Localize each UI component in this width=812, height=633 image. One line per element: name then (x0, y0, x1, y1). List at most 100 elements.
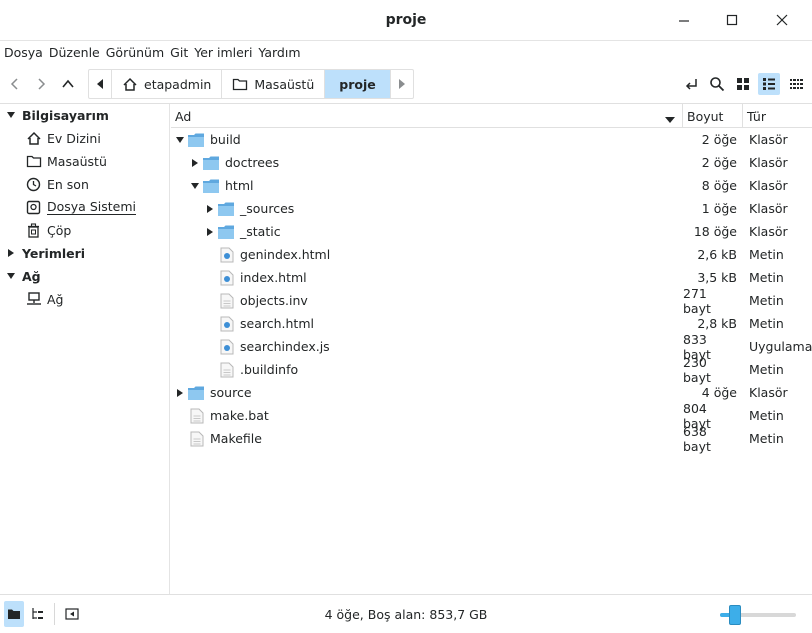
menu-help[interactable]: Yardım (258, 45, 300, 60)
chevron-right-icon (0, 248, 22, 258)
folder-icon (202, 155, 222, 171)
expand-right-icon[interactable] (203, 220, 217, 243)
breadcrumb-home[interactable]: etapadmin (112, 70, 223, 98)
trash-icon (26, 222, 44, 238)
file-name-cell: Makefile (187, 427, 262, 450)
back-button[interactable] (4, 73, 26, 95)
arrow-up-icon (62, 79, 74, 88)
file-row[interactable]: genindex.html 2,6 kB Metin (171, 243, 812, 266)
file-type: Metin (749, 408, 784, 423)
triangle-right-icon (398, 79, 405, 89)
file-size: 2 öğe (701, 155, 737, 170)
file-row[interactable]: build 2 öğe Klasör (171, 128, 812, 151)
column-name-label: Ad (175, 108, 192, 124)
drive-icon (26, 200, 44, 215)
file-row[interactable]: doctrees 2 öğe Klasör (171, 151, 812, 174)
file-row[interactable]: _static 18 öğe Klasör (171, 220, 812, 243)
folder-icon (187, 385, 207, 401)
column-size-label: Boyut (687, 108, 724, 124)
file-row[interactable]: Makefile 638 bayt Metin (171, 423, 812, 454)
file-name-cell: objects.inv (217, 289, 308, 312)
breadcrumb: etapadmin Masaüstü proje (88, 69, 414, 99)
column-size[interactable]: Boyut (683, 104, 743, 128)
open-terminal-button[interactable] (681, 73, 703, 95)
file-row[interactable]: .buildinfo 230 bayt Metin (171, 355, 812, 385)
file-name: html (225, 178, 254, 193)
file-name: objects.inv (240, 293, 308, 308)
sidebar-item-desktop[interactable]: Masaüstü (26, 150, 107, 172)
file-size: 2 öğe (701, 132, 737, 147)
expand-right-icon[interactable] (188, 151, 202, 174)
menu-file[interactable]: Dosya (4, 45, 43, 60)
folder-icon (232, 77, 248, 91)
file-name-cell: source (187, 381, 252, 404)
file-name: genindex.html (240, 247, 331, 262)
file-row[interactable]: _sources 1 öğe Klasör (171, 197, 812, 220)
menu-edit[interactable]: Düzenle (49, 45, 100, 60)
sidebar-item-network[interactable]: Ağ (26, 288, 64, 310)
expand-down-icon[interactable] (173, 128, 187, 151)
file-name-cell: searchindex.js (217, 335, 330, 358)
sidebar-item-label: Ağ (47, 291, 64, 307)
network-icon (26, 291, 44, 307)
sidebar-item-trash[interactable]: Çöp (26, 219, 71, 241)
file-name-cell: build (187, 128, 241, 151)
breadcrumb-back-arrow[interactable] (89, 70, 112, 98)
column-header: Ad Boyut Tür (171, 104, 812, 128)
sidebar-item-home[interactable]: Ev Dizini (26, 127, 101, 149)
status-bar: 4 öğe, Boş alan: 853,7 GB (0, 594, 812, 633)
up-button[interactable] (57, 73, 79, 95)
sidebar-section-bookmarks[interactable]: Yerimleri (0, 242, 85, 264)
sidebar-item-label: Dosya Sistemi (47, 199, 136, 215)
file-size: 2,6 kB (697, 247, 737, 262)
icon-view-button[interactable] (732, 73, 754, 95)
breadcrumb-forward-arrow[interactable] (391, 70, 413, 98)
menu-bar: Dosya Düzenle Görünüm Git Yer imleri Yar… (0, 41, 812, 63)
column-name[interactable]: Ad (171, 104, 683, 128)
detail-view-button[interactable] (758, 73, 780, 95)
zoom-slider[interactable] (720, 605, 796, 625)
close-button[interactable] (771, 10, 793, 30)
toolbar: etapadmin Masaüstü proje (0, 63, 812, 104)
expand-right-icon[interactable] (203, 197, 217, 220)
folder-icon (187, 132, 207, 148)
html-file-icon (217, 316, 237, 332)
menu-go[interactable]: Git (170, 45, 188, 60)
menu-view[interactable]: Görünüm (106, 45, 164, 60)
sidebar-item-filesystem[interactable]: Dosya Sistemi (26, 196, 136, 218)
breadcrumb-label: Masaüstü (254, 76, 315, 92)
forward-button[interactable] (30, 73, 52, 95)
file-size: 18 öğe (693, 224, 737, 239)
zoom-slider-handle[interactable] (729, 605, 742, 625)
sidebar-item-recent[interactable]: En son (26, 173, 89, 195)
breadcrumb-current[interactable]: proje (325, 70, 391, 98)
maximize-icon (726, 14, 738, 26)
file-row[interactable]: objects.inv 271 bayt Metin (171, 285, 812, 316)
file-type: Metin (749, 247, 784, 262)
maximize-button[interactable] (721, 10, 743, 30)
minimize-button[interactable] (673, 10, 695, 30)
file-row[interactable]: html 8 öğe Klasör (171, 174, 812, 197)
expand-down-icon[interactable] (188, 174, 202, 197)
file-name-cell: html (202, 174, 253, 197)
expand-right-icon[interactable] (173, 381, 187, 404)
file-type: Klasör (749, 385, 788, 400)
compact-list-icon (790, 79, 803, 89)
file-size: 638 bayt (683, 423, 711, 454)
sidebar-section-label: Bilgisayarım (22, 107, 109, 123)
file-size: 271 bayt (683, 285, 711, 316)
file-name: source (210, 385, 252, 400)
breadcrumb-label: proje (339, 76, 376, 92)
column-type[interactable]: Tür (743, 104, 812, 128)
compact-view-button[interactable] (785, 73, 807, 95)
file-name: doctrees (225, 155, 280, 170)
return-arrow-icon (685, 79, 697, 90)
file-name: index.html (240, 270, 307, 285)
search-button[interactable] (706, 73, 728, 95)
sidebar-section-network[interactable]: Ağ (0, 265, 41, 287)
file-type: Klasör (749, 155, 788, 170)
sidebar-section-computer[interactable]: Bilgisayarım (0, 104, 109, 126)
menu-bookmarks[interactable]: Yer imleri (194, 45, 252, 60)
file-name: Makefile (210, 431, 262, 446)
breadcrumb-desktop[interactable]: Masaüstü (222, 70, 326, 98)
